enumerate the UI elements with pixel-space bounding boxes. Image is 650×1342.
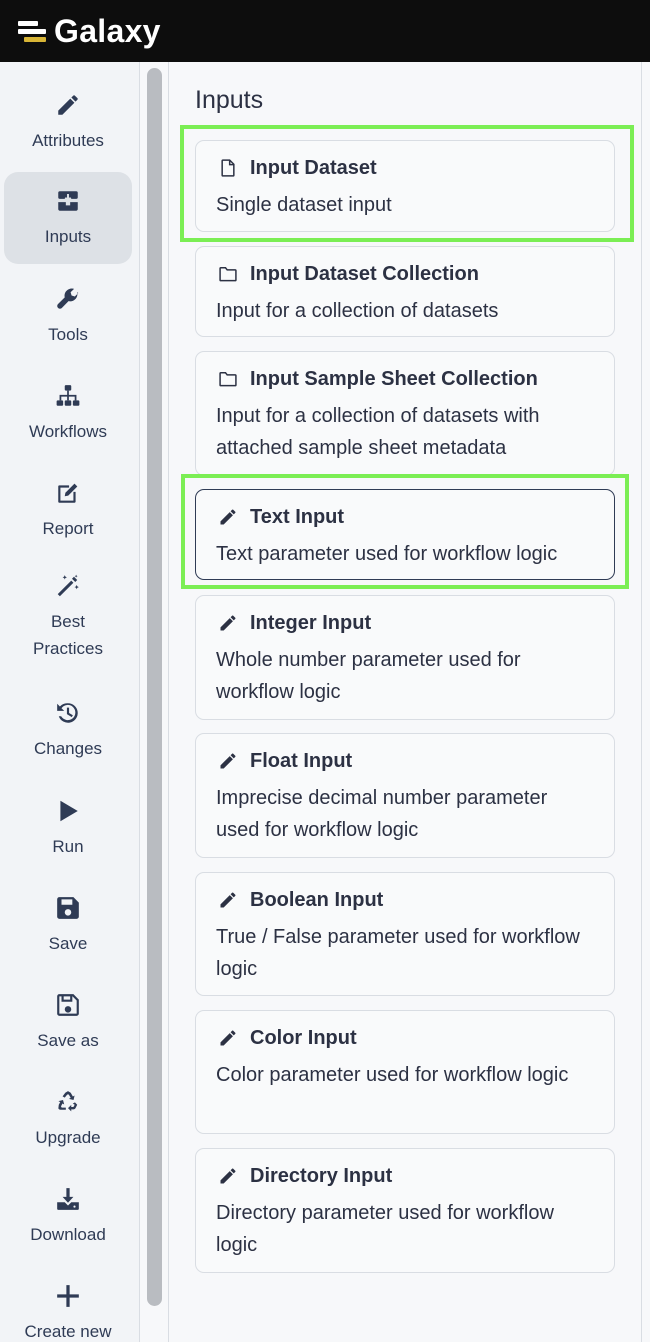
history-icon [54, 699, 82, 727]
card-description: True / False parameter used for workflow… [216, 926, 580, 980]
nav-item-save[interactable]: Save [4, 879, 132, 971]
galaxy-logo-icon[interactable] [18, 16, 48, 46]
nav-label: Changes [33, 738, 103, 758]
edit-icon [54, 479, 82, 507]
float-input-card[interactable]: Float Input Imprecise decimal number par… [195, 733, 615, 858]
scrollbar[interactable] [140, 62, 169, 1342]
inputs-icon [54, 187, 82, 215]
card-title: Text Input [250, 505, 345, 528]
pencil-icon [54, 91, 82, 119]
card-description: Directory parameter used for workflow lo… [216, 1202, 554, 1256]
sitemap-icon [54, 382, 82, 410]
nav-item-save-as[interactable]: Save as [4, 976, 132, 1068]
nav-item-best-practices[interactable]: Best Practices [4, 562, 132, 672]
card-description: Whole number parameter used for workflow… [216, 649, 521, 703]
nav-label: Run [52, 836, 84, 856]
nav-item-run[interactable]: Run [4, 782, 132, 874]
card-title: Color Input [250, 1026, 357, 1049]
card-title: Float Input [250, 749, 353, 772]
panel-title: Inputs [195, 86, 264, 114]
nav-item-upgrade[interactable]: Upgrade [4, 1073, 132, 1165]
folder-icon [216, 367, 240, 391]
input-dataset-card[interactable]: Input Dataset Single dataset input [195, 140, 615, 232]
nav-label: Attributes [32, 130, 104, 150]
wrench-icon [54, 285, 82, 313]
nav-label: Best Practices [33, 612, 103, 658]
card-description: Imprecise decimal number parameter used … [216, 787, 548, 841]
plus-icon [54, 1282, 82, 1310]
pencil-icon [216, 1164, 240, 1188]
nav-item-changes[interactable]: Changes [4, 684, 132, 776]
nav-label: Save [48, 933, 88, 953]
card-description: Input for a collection of datasets with … [216, 405, 540, 459]
nav-label: Tools [48, 324, 88, 344]
card-title: Integer Input [250, 611, 372, 634]
text-input-card[interactable]: Text Input Text parameter used for workf… [195, 489, 615, 580]
integer-input-card[interactable]: Integer Input Whole number parameter use… [195, 595, 615, 720]
input-dataset-collection-card[interactable]: Input Dataset Collection Input for a col… [195, 246, 615, 337]
save-outline-icon [54, 991, 82, 1019]
card-title: Input Sample Sheet Collection [250, 367, 538, 390]
nav-item-workflows[interactable]: Workflows [4, 367, 132, 459]
folder-icon [216, 262, 240, 286]
input-sample-sheet-collection-card[interactable]: Input Sample Sheet Collection Input for … [195, 351, 615, 476]
card-description: Single dataset input [216, 194, 392, 216]
brand-name[interactable]: Galaxy [54, 13, 161, 50]
card-title: Boolean Input [250, 888, 384, 911]
download-icon [54, 1185, 82, 1213]
nav-label: Report [42, 518, 94, 538]
pencil-icon [216, 505, 240, 529]
nav-label: Create new [24, 1321, 112, 1341]
card-title: Directory Input [250, 1164, 393, 1187]
card-title: Input Dataset Collection [250, 262, 479, 285]
nav-label: Upgrade [35, 1127, 101, 1147]
nav-label: Inputs [44, 226, 92, 246]
nav-item-tools[interactable]: Tools [4, 270, 132, 362]
card-description: Input for a collection of datasets [216, 300, 499, 322]
nav-item-create-new[interactable]: Create new [4, 1267, 132, 1342]
recycle-icon [54, 1088, 82, 1116]
save-icon [54, 894, 82, 922]
pencil-icon [216, 749, 240, 773]
scrollbar-thumb[interactable] [147, 68, 162, 1306]
nav-item-report[interactable]: Report [4, 464, 132, 556]
nav-item-download[interactable]: Download [4, 1170, 132, 1262]
card-description: Color parameter used for workflow logic [216, 1064, 569, 1086]
nav-label: Workflows [28, 421, 108, 441]
pencil-icon [216, 611, 240, 635]
card-description: Text parameter used for workflow logic [216, 543, 558, 565]
boolean-input-card[interactable]: Boolean Input True / False parameter use… [195, 872, 615, 996]
nav-label: Save as [37, 1030, 99, 1050]
top-bar: Galaxy [0, 0, 650, 62]
activity-bar: Attributes Inputs Tools Workflows Report… [0, 62, 140, 1342]
nav-item-attributes[interactable]: Attributes [4, 76, 132, 168]
directory-input-card[interactable]: Directory Input Directory parameter used… [195, 1148, 615, 1273]
file-icon [216, 156, 240, 180]
pencil-icon [216, 1026, 240, 1050]
pencil-icon [216, 888, 240, 912]
play-icon [54, 797, 82, 825]
nav-label: Download [30, 1224, 106, 1244]
magic-wand-icon [54, 572, 82, 600]
nav-item-inputs[interactable]: Inputs [4, 172, 132, 264]
card-title: Input Dataset [250, 156, 377, 179]
color-input-card[interactable]: Color Input Color parameter used for wor… [195, 1010, 615, 1134]
inputs-panel: Inputs Input Dataset Single dataset inpu… [170, 62, 642, 1342]
